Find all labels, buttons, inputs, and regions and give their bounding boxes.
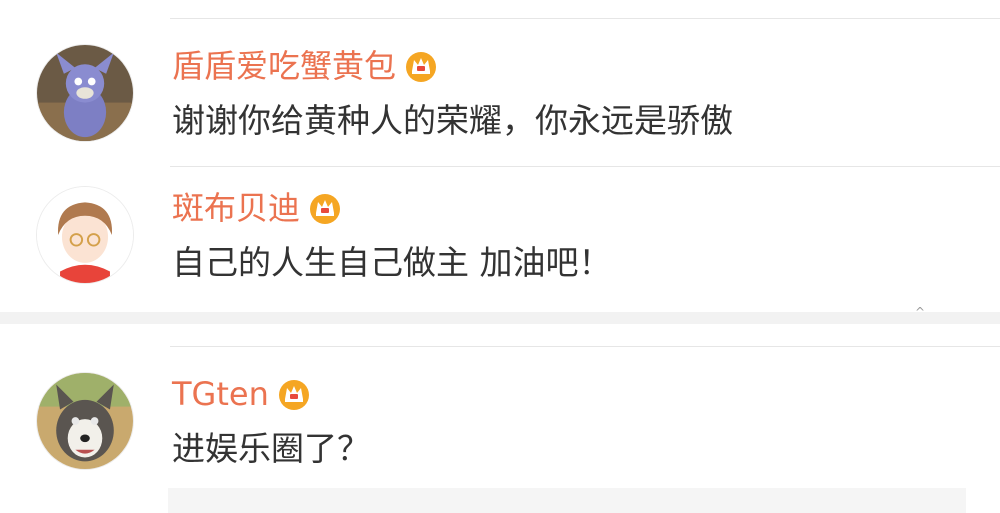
comment-text-3: 进娱乐圈了？: [172, 429, 370, 468]
avatar-husky-image: [37, 373, 133, 469]
avatar-cat-image: [37, 45, 133, 141]
comment-text-1: 谢谢你给黄种人的荣耀，你永远是骄傲: [172, 101, 733, 140]
caret-up-icon[interactable]: ^: [915, 306, 925, 318]
comment-card-top: 盾盾爱吃蟹黄包 谢谢你给黄种人的荣耀，你永远是骄傲 斑布贝迪 自己的人生自己做主…: [0, 0, 1000, 318]
divider: [170, 346, 1000, 347]
reply-preview-box[interactable]: [168, 488, 966, 513]
crown-vip-icon: [277, 377, 311, 411]
avatar-user-2[interactable]: [36, 186, 134, 284]
avatar-cartoon-boy-image: [37, 187, 133, 283]
avatar-user-1[interactable]: [36, 44, 134, 142]
crown-vip-icon: [308, 191, 342, 225]
username-1-label: 盾盾爱吃蟹黄包: [172, 47, 397, 85]
divider: [170, 18, 1000, 19]
comment-text-2: 自己的人生自己做主 加油吧！: [172, 243, 612, 282]
username-3-label: TGten: [172, 375, 269, 413]
crown-vip-icon: [404, 49, 438, 83]
comment-card-bottom: [0, 324, 1000, 513]
username-2[interactable]: 斑布贝迪: [172, 188, 342, 228]
divider: [170, 166, 1000, 167]
username-1[interactable]: 盾盾爱吃蟹黄包: [172, 46, 438, 86]
avatar-user-3[interactable]: [36, 372, 134, 470]
username-3[interactable]: TGten: [172, 374, 311, 414]
username-2-label: 斑布贝迪: [172, 189, 301, 227]
